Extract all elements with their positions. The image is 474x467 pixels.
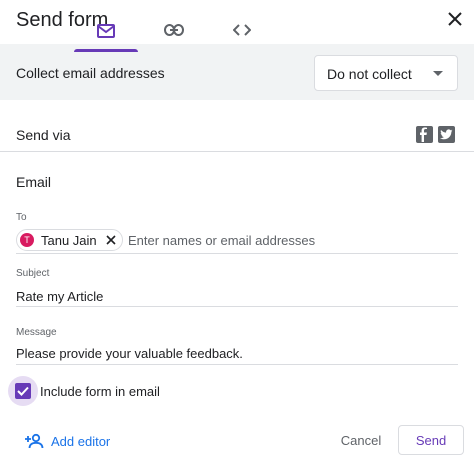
email-section-title: Email <box>16 174 52 190</box>
message-label: Message <box>16 327 57 338</box>
embed-code-icon <box>233 24 251 36</box>
recipient-name: Tanu Jain <box>41 232 97 248</box>
send-via-row: Send via <box>0 100 474 152</box>
facebook-icon[interactable] <box>416 126 433 143</box>
tab-selected-indicator <box>74 49 138 52</box>
avatar: T <box>20 233 34 247</box>
add-person-icon <box>25 433 44 449</box>
collect-email-select[interactable]: Do not collect <box>314 55 458 91</box>
dropdown-arrow-icon <box>433 71 443 76</box>
tab-email[interactable] <box>74 12 138 52</box>
close-icon <box>448 12 462 26</box>
include-form-checkbox[interactable] <box>15 383 31 399</box>
add-editor-button[interactable]: Add editor <box>24 430 110 452</box>
twitter-icon[interactable] <box>438 126 455 143</box>
collect-email-bar: Collect email addresses Do not collect <box>0 44 474 100</box>
send-via-label: Send via <box>16 127 71 143</box>
collect-email-select-value: Do not collect <box>327 66 412 82</box>
recipient-chip[interactable]: T Tanu Jain <box>16 229 123 251</box>
include-form-label: Include form in email <box>40 384 160 399</box>
close-button[interactable] <box>440 4 470 34</box>
cancel-button[interactable]: Cancel <box>330 427 392 453</box>
email-icon <box>97 24 115 38</box>
collect-email-label: Collect email addresses <box>16 65 165 81</box>
tab-embed[interactable] <box>210 12 274 52</box>
tab-link[interactable] <box>142 12 206 52</box>
add-editor-label: Add editor <box>51 433 111 449</box>
recipient-input[interactable] <box>128 231 448 249</box>
link-icon <box>164 24 184 36</box>
to-label: To <box>16 212 27 223</box>
message-field-underline <box>16 364 458 365</box>
checkmark-icon <box>17 386 29 396</box>
remove-recipient-button[interactable] <box>104 233 118 247</box>
subject-field-underline <box>16 306 458 307</box>
close-icon <box>106 235 116 245</box>
send-button[interactable]: Send <box>398 425 464 455</box>
subject-label: Subject <box>16 268 50 279</box>
subject-input[interactable] <box>16 286 458 306</box>
to-field-underline <box>16 253 458 254</box>
message-input[interactable] <box>16 343 458 363</box>
